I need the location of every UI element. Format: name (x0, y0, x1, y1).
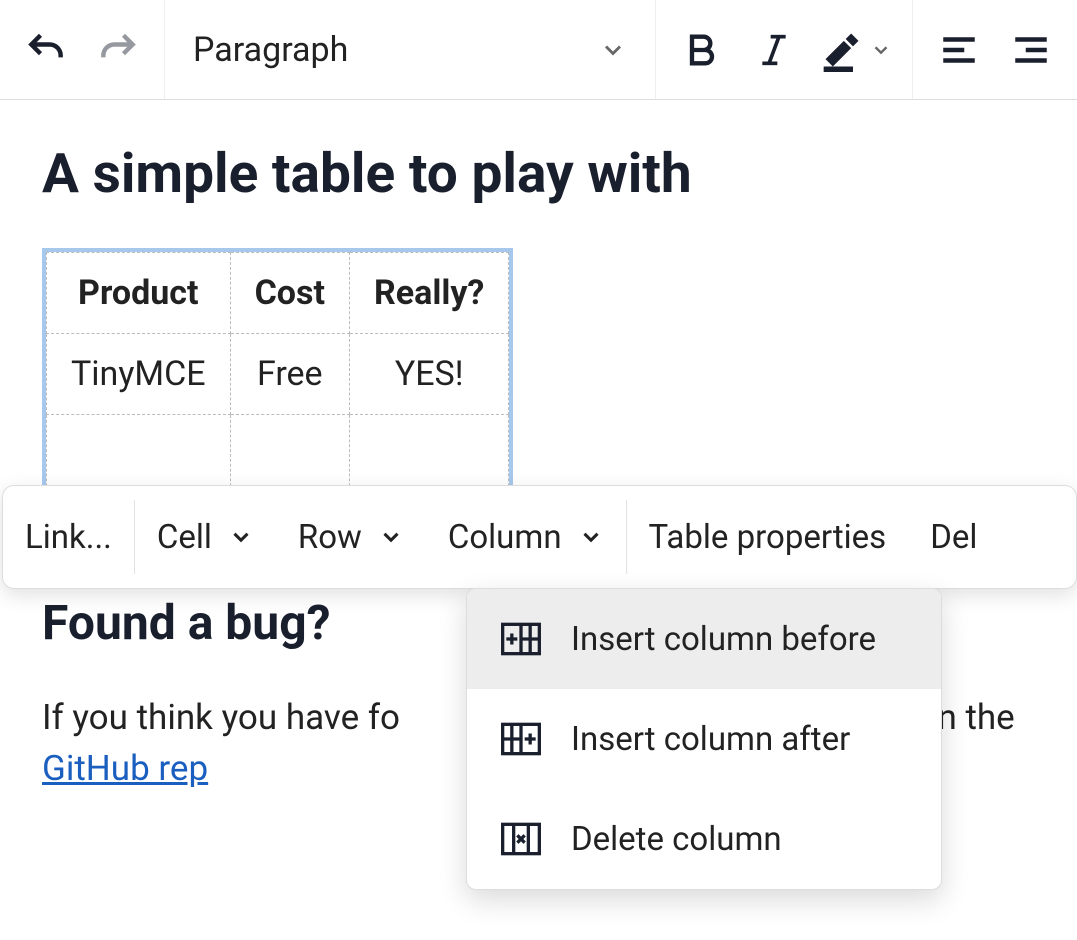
column-dropdown-menu: Insert column before Insert column after… (466, 588, 942, 890)
table-context-toolbar: Link... Cell Row Column Table properties… (2, 485, 1077, 589)
chevron-down-icon (228, 524, 254, 550)
block-format-select[interactable]: Paragraph (165, 0, 655, 99)
insert-column-before-item[interactable]: Insert column before (467, 589, 941, 689)
table-cell[interactable] (47, 415, 231, 496)
align-left-icon (938, 29, 980, 71)
format-group: Paragraph (165, 0, 656, 99)
chevron-down-icon (599, 36, 627, 64)
undo-redo-group (0, 0, 165, 99)
table-cell[interactable]: TinyMCE (47, 334, 231, 415)
table-cell[interactable] (230, 415, 349, 496)
redo-icon (96, 28, 140, 72)
bold-button[interactable] (666, 14, 738, 86)
chevron-down-icon (870, 39, 892, 61)
table-row[interactable] (47, 415, 509, 496)
table-cell[interactable]: Free (230, 334, 349, 415)
redo-button[interactable] (82, 14, 154, 86)
insert-column-before-icon (499, 617, 543, 661)
undo-icon (24, 28, 68, 72)
align-left-button[interactable] (923, 14, 995, 86)
table-row[interactable]: TinyMCE Free YES! (47, 334, 509, 415)
column-menu-button[interactable]: Column (426, 486, 626, 588)
highlight-icon (820, 28, 864, 72)
italic-icon (754, 30, 794, 70)
chevron-down-icon (378, 524, 404, 550)
table-header[interactable]: Product (47, 253, 231, 334)
table-header[interactable]: Cost (230, 253, 349, 334)
delete-column-item[interactable]: Delete column (467, 789, 941, 889)
italic-button[interactable] (738, 14, 810, 86)
undo-button[interactable] (10, 14, 82, 86)
table-header[interactable]: Really? (349, 253, 508, 334)
align-right-button[interactable] (995, 14, 1067, 86)
heading-1: A simple table to play with (42, 142, 1035, 206)
format-label: Paragraph (193, 30, 348, 70)
insert-column-after-icon (499, 717, 543, 761)
bold-icon (682, 30, 722, 70)
table-cell[interactable] (349, 415, 508, 496)
insert-column-after-item[interactable]: Insert column after (467, 689, 941, 789)
delete-table-button[interactable]: Del (908, 486, 977, 588)
text-style-group (656, 0, 913, 99)
table-cell[interactable]: YES! (349, 334, 508, 415)
link-button[interactable]: Link... (3, 486, 134, 588)
row-menu-button[interactable]: Row (276, 486, 426, 588)
github-link[interactable]: GitHub rep (42, 748, 208, 789)
chevron-down-icon (578, 524, 604, 550)
highlight-button[interactable] (810, 14, 902, 86)
delete-column-icon (499, 817, 543, 861)
table-selection[interactable]: Product Cost Really? TinyMCE Free YES! (42, 248, 513, 500)
sample-table[interactable]: Product Cost Really? TinyMCE Free YES! (46, 252, 509, 496)
cell-menu-button[interactable]: Cell (135, 486, 276, 588)
table-properties-button[interactable]: Table properties (627, 486, 909, 588)
align-right-icon (1010, 29, 1052, 71)
align-group (913, 0, 1077, 99)
main-toolbar: Paragraph (0, 0, 1077, 100)
